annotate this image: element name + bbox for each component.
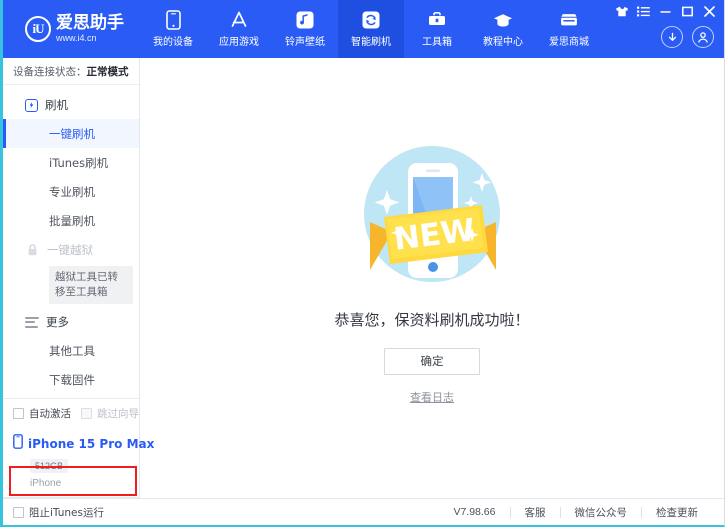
check-update-link[interactable]: 检查更新 [642,505,712,520]
sidebar-item-label: 专业刷机 [49,184,95,199]
skip-setup-checkbox: 跳过向导 [81,406,139,421]
confirm-button[interactable]: 确定 [384,347,480,375]
nav-tab-store[interactable]: 爱思商城 [536,0,602,58]
logo-mark-icon: iU [25,16,51,42]
flash-icon [25,98,38,112]
sidebar-item-one-key-jailbreak: 一键越狱 [3,235,139,264]
main-navigation: 我的设备 应用游戏 铃声壁纸 智能刷机 工具箱 教程中心 爱思商城 [140,0,602,58]
success-message: 恭喜您，保资料刷机成功啦！ [334,310,530,329]
device-name: iPhone 15 Pro Max [28,437,155,451]
sidebar-item-batch-flash[interactable]: 批量刷机 [3,206,139,235]
block-itunes-checkbox[interactable]: 阻止iTunes运行 [13,505,104,520]
sidebar-group-label: 刷机 [45,98,68,112]
app-header: iU 爱思助手 www.i4.cn 我的设备 应用游戏 铃声壁纸 智能刷机 工具… [3,0,724,58]
music-icon [295,10,315,30]
main-content: NEW 恭喜您，保资料刷机成功啦！ 确定 查看日志 [140,58,724,498]
jailbreak-moved-tooltip: 越狱工具已转移至工具箱 [49,266,133,305]
checkbox-box [81,408,92,419]
sidebar-nav: 刷机 一键刷机 iTunes刷机 专业刷机 批量刷机 一键越狱 越狱工具已转移至… [3,85,139,398]
sidebar-item-label: 下载固件 [49,372,95,387]
checkbox-box [13,408,24,419]
connection-status-label: 设备连接状态： [13,65,87,78]
sidebar-item-one-key-flash[interactable]: 一键刷机 [3,119,139,148]
lock-icon [27,243,38,256]
sidebar-item-label: 一键刷机 [49,126,95,141]
nav-tab-label: 应用游戏 [219,37,259,48]
phone-icon [13,434,23,454]
phone-icon [163,10,183,30]
sidebar-options: 自动激活 跳过向导 [3,398,139,428]
auto-activate-label: 自动激活 [29,408,71,420]
logo-url: www.i4.cn [56,33,97,43]
version-label: V7.98.66 [453,506,496,518]
nav-tab-my-device[interactable]: 我的设备 [140,0,206,58]
window-controls [615,5,716,18]
skin-icon[interactable] [615,5,628,18]
minimize-icon[interactable] [659,5,672,18]
sidebar-item-label: 其他工具 [49,343,95,358]
sidebar-item-pro-flash[interactable]: 专业刷机 [3,177,139,206]
header-account-actions [661,26,714,48]
nav-tab-label: 我的设备 [153,37,193,48]
customer-service-link[interactable]: 客服 [511,505,560,520]
nav-tab-label: 铃声壁纸 [285,37,325,48]
toolbox-icon [427,10,447,30]
sidebar-group-flash: 刷机 [3,91,139,119]
status-bar: 阻止iTunes运行 V7.98.66 客服 微信公众号 检查更新 [3,498,724,525]
nav-tab-label: 工具箱 [422,37,452,48]
view-log-link[interactable]: 查看日志 [410,389,454,405]
menu-icon[interactable] [637,5,650,18]
nav-tab-smart-flash[interactable]: 智能刷机 [338,0,404,58]
nav-tab-label: 智能刷机 [351,37,391,48]
list-icon [25,316,39,328]
checkbox-box [13,506,24,518]
logo-name: 爱思助手 [56,13,124,33]
sidebar-group-more: 更多 [3,308,139,336]
device-capacity-badge: 512GB [30,459,69,473]
auto-activate-checkbox[interactable]: 自动激活 [13,406,71,421]
app-logo[interactable]: iU 爱思助手 www.i4.cn [3,0,140,58]
refresh-icon [361,10,381,30]
new-phone-badge-illustration: NEW [364,145,500,282]
sidebar-item-download-firmware[interactable]: 下载固件 [3,365,139,394]
nav-tab-toolbox[interactable]: 工具箱 [404,0,470,58]
sidebar-item-advanced-features[interactable]: 高级功能 [3,394,139,398]
store-icon [559,10,579,30]
appstore-icon [229,10,249,30]
user-icon[interactable] [692,26,714,48]
sidebar: 设备连接状态：正常模式 刷机 一键刷机 iTunes刷机 专业刷机 批量刷机 [3,58,154,498]
nav-tab-apps-games[interactable]: 应用游戏 [206,0,272,58]
nav-tab-label: 教程中心 [483,37,523,48]
sidebar-item-itunes-flash[interactable]: iTunes刷机 [3,148,139,177]
nav-tab-tutorials[interactable]: 教程中心 [470,0,536,58]
app-window: iU 爱思助手 www.i4.cn 我的设备 应用游戏 铃声壁纸 智能刷机 工具… [0,0,725,527]
wechat-official-link[interactable]: 微信公众号 [561,505,642,520]
sidebar-group-label: 更多 [46,315,69,330]
maximize-icon[interactable] [681,5,694,18]
sidebar-item-label: 批量刷机 [49,213,95,228]
close-icon[interactable] [703,5,716,18]
sidebar-item-label: iTunes刷机 [49,155,109,170]
download-icon[interactable] [661,26,683,48]
body-area: 设备连接状态：正常模式 刷机 一键刷机 iTunes刷机 专业刷机 批量刷机 [3,58,724,498]
graduation-cap-icon [493,10,513,30]
connection-status: 设备连接状态： 正常模式 [3,58,139,85]
nav-tab-ringtones-wallpaper[interactable]: 铃声壁纸 [272,0,338,58]
sidebar-item-label: 一键越狱 [47,242,93,257]
device-type: iPhone [30,478,62,489]
nav-tab-label: 爱思商城 [549,37,589,48]
sidebar-item-other-tools[interactable]: 其他工具 [3,336,139,365]
skip-setup-label: 跳过向导 [97,408,139,420]
block-itunes-label: 阻止iTunes运行 [29,506,104,519]
connected-device-info[interactable]: iPhone 15 Pro Max 512GB iPhone [3,428,154,498]
connection-status-value: 正常模式 [86,65,129,78]
